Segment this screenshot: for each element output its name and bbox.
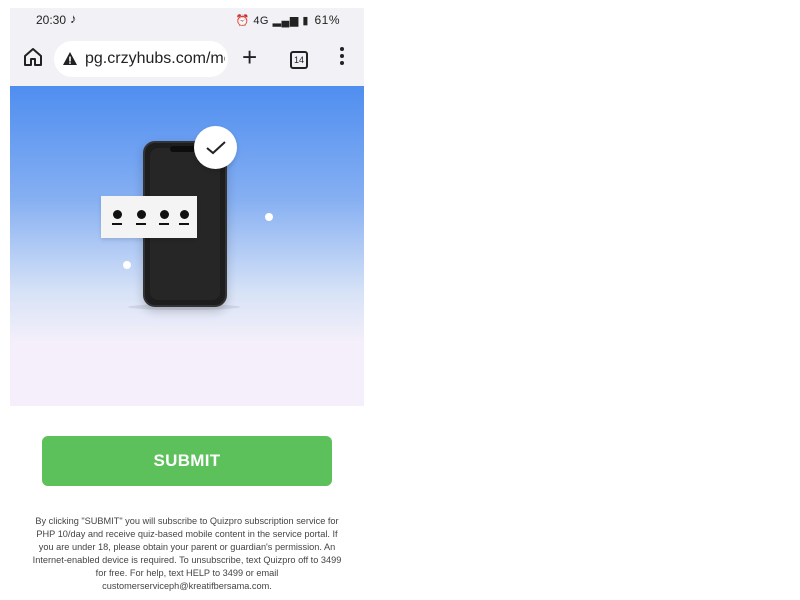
pin-underline [179,223,189,225]
tab-count-button[interactable]: 14 [290,51,308,69]
pin-underline [136,223,146,225]
checkmark-icon [194,126,237,169]
pin-dot [113,210,122,219]
pin-underline [112,223,122,225]
alarm-icon: ⏰ [235,15,250,27]
not-secure-warning-icon[interactable] [62,51,78,67]
battery-icon: ▮ [302,15,309,27]
subscription-disclaimer: By clicking "SUBMIT" you will subscribe … [32,516,342,591]
signal-icon: ▂▄▆ [272,15,299,27]
kebab-menu-icon[interactable] [340,47,344,67]
status-icons: ⏰ 4G ▂▄▆ ▮ 61% [236,13,340,27]
pin-dot [160,210,169,219]
tiktok-icon: ♪ [70,11,77,26]
pin-dot [180,210,189,219]
browser-toolbar: pg.crzyhubs.com/me + 14 [10,32,364,86]
status-time: 20:30 [36,13,67,27]
network-icon: 4G [253,15,269,27]
status-bar: 20:30 ♪ ⏰ 4G ▂▄▆ ▮ 61% [10,8,364,32]
battery-level: 61% [314,13,340,27]
new-tab-plus-icon[interactable]: + [242,44,257,70]
sparkle-dot [265,213,273,221]
pin-underline [159,223,169,225]
url-text[interactable]: pg.crzyhubs.com/me [85,50,225,68]
address-bar[interactable]: pg.crzyhubs.com/me [54,41,228,77]
sparkle-dot [123,261,131,269]
home-icon[interactable] [22,46,44,68]
phone-screen: 20:30 ♪ ⏰ 4G ▂▄▆ ▮ 61% pg.crzyhubs.com/m [10,8,364,600]
pin-dot [137,210,146,219]
pin-code-card [101,196,197,238]
submit-button[interactable]: SUBMIT [42,436,332,486]
hero-illustration [10,86,364,406]
